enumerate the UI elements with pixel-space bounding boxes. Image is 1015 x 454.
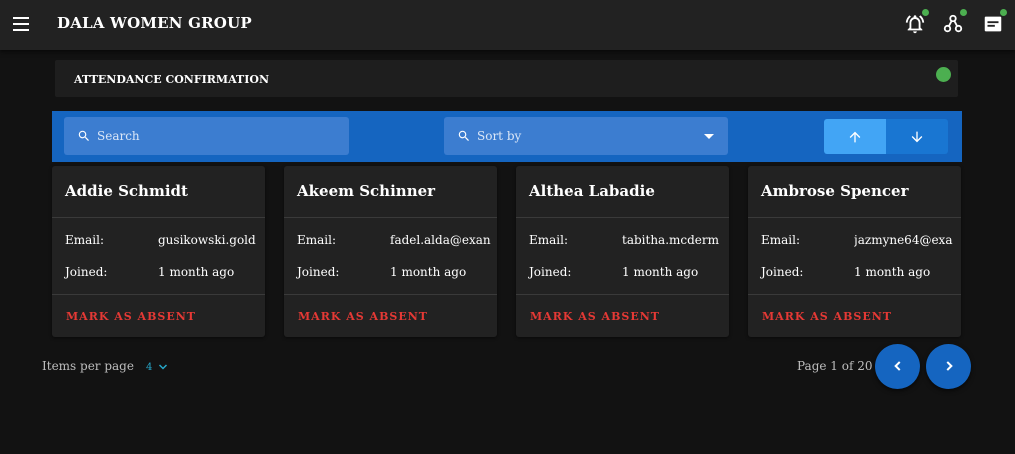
sort-by-select[interactable]: Sort by [444,117,728,155]
page-info: Page 1 of 20 [797,359,873,373]
app-title: DALA WOMEN GROUP [57,14,252,32]
joined-label: Joined: [529,265,572,279]
menu-icon[interactable] [13,17,29,31]
inbox-icon[interactable] [982,9,1007,35]
chevron-right-icon [946,361,953,371]
joined-label: Joined: [761,265,804,279]
search-icon [458,130,469,141]
member-name: Akeem Schinner [297,182,436,200]
divider [516,217,729,218]
mark-as-absent-button[interactable]: MARK AS ABSENT [66,310,196,323]
member-email: gusikowski.gold [158,233,256,247]
email-label: Email: [761,233,801,247]
email-label: Email: [65,233,105,247]
joined-label: Joined: [297,265,340,279]
email-label: Email: [297,233,337,247]
member-joined: 1 month ago [158,265,235,279]
member-card: Ambrose Spencer Email: jazmyne64@exa Joi… [748,166,961,337]
filter-toolbar: Search Sort by [52,111,962,162]
search-input[interactable]: Search [64,117,349,155]
sort-descending-button[interactable] [886,119,948,154]
divider [52,217,265,218]
mark-as-absent-button[interactable]: MARK AS ABSENT [762,310,892,323]
section-header: ATTENDANCE CONFIRMATION [55,60,958,97]
divider [284,294,497,295]
chevron-down-icon [158,364,168,370]
sort-by-placeholder: Sort by [477,129,522,143]
divider [748,294,961,295]
search-icon [78,130,89,141]
section-title: ATTENDANCE CONFIRMATION [74,73,270,86]
arrow-down-icon [911,131,923,143]
member-card: Althea Labadie Email: tabitha.mcderm Joi… [516,166,729,337]
items-per-page-label: Items per page [42,359,134,373]
app-bar: DALA WOMEN GROUP [0,0,1015,50]
member-joined: 1 month ago [622,265,699,279]
previous-page-button[interactable] [875,344,920,389]
notification-bell-icon[interactable] [904,9,929,35]
search-placeholder: Search [97,129,140,143]
dropdown-caret-icon [704,134,714,139]
inbox-badge [1000,9,1007,16]
mark-as-absent-button[interactable]: MARK AS ABSENT [530,310,660,323]
mark-as-absent-button[interactable]: MARK AS ABSENT [298,310,428,323]
divider [516,294,729,295]
divider [748,217,961,218]
chevron-left-icon [894,361,901,371]
sort-direction-toggle [824,119,948,154]
email-label: Email: [529,233,569,247]
member-card: Akeem Schinner Email: fadel.alda@exan Jo… [284,166,497,337]
arrow-up-icon [849,131,861,143]
divider [52,294,265,295]
groups-badge [960,9,967,16]
status-indicator [936,67,951,82]
divider [284,217,497,218]
items-per-page-select[interactable]: 4 [146,360,170,374]
notification-badge [922,9,929,16]
member-name: Ambrose Spencer [761,182,909,200]
member-joined: 1 month ago [854,265,931,279]
sort-ascending-button[interactable] [824,119,886,154]
items-per-page-value: 4 [146,362,153,373]
member-email: fadel.alda@exan [390,233,491,247]
member-email: jazmyne64@exa [854,233,953,247]
next-page-button[interactable] [926,344,971,389]
member-joined: 1 month ago [390,265,467,279]
joined-label: Joined: [65,265,108,279]
groups-icon[interactable] [942,9,967,35]
member-name: Althea Labadie [529,182,655,200]
member-email: tabitha.mcderm [622,233,720,247]
member-card: Addie Schmidt Email: gusikowski.gold Joi… [52,166,265,337]
member-name: Addie Schmidt [65,182,188,200]
